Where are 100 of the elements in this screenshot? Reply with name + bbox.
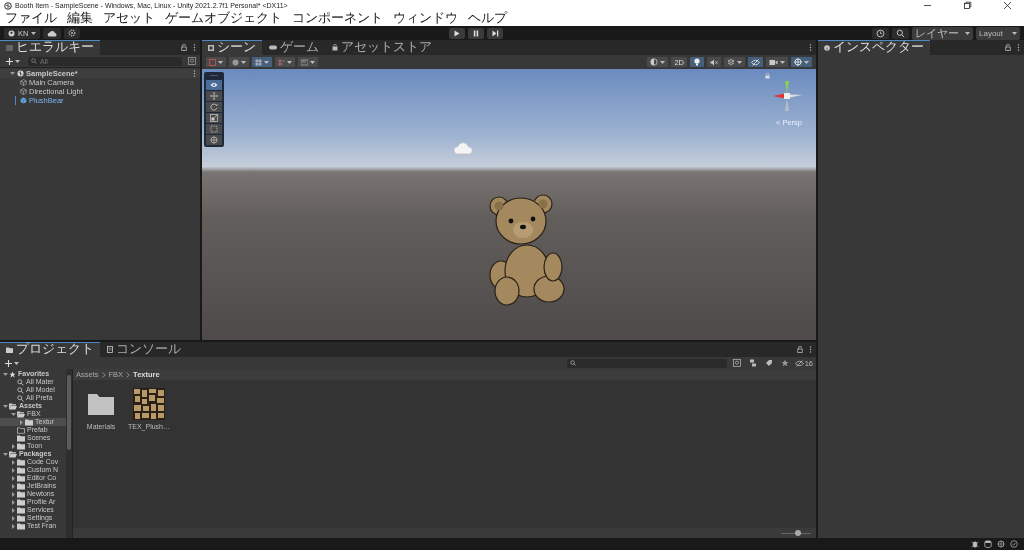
rotate-tool-button[interactable] bbox=[206, 102, 222, 112]
chevron-right-icon bbox=[101, 371, 106, 378]
expand-arrow-icon[interactable] bbox=[11, 499, 16, 505]
more-icon[interactable] bbox=[193, 44, 196, 51]
grid-snap-button[interactable] bbox=[252, 57, 272, 67]
project-panel-tab[interactable]: プロジェクト bbox=[0, 342, 100, 357]
shading-button[interactable] bbox=[647, 57, 669, 67]
draw-mode-button[interactable] bbox=[206, 57, 226, 67]
prefab-marker bbox=[15, 96, 16, 105]
texture-thumbnail[interactable] bbox=[133, 388, 165, 420]
lock-icon[interactable] bbox=[1005, 44, 1011, 51]
expand-arrow-icon[interactable] bbox=[3, 403, 8, 409]
restore-icon[interactable] bbox=[963, 1, 972, 10]
expand-arrow-icon[interactable] bbox=[11, 523, 16, 529]
cube-outline-icon bbox=[20, 79, 27, 86]
ruler-icon bbox=[301, 58, 308, 66]
more-icon[interactable] bbox=[1017, 44, 1020, 51]
pause-button[interactable] bbox=[468, 27, 485, 39]
menu-item[interactable]: ゲームオブジェクト bbox=[165, 11, 282, 26]
render-mode-button[interactable] bbox=[229, 57, 249, 67]
eye-slash-icon bbox=[751, 58, 760, 66]
hierarchy-tab[interactable]: ヒエラルキー bbox=[0, 40, 100, 55]
layout-dropdown[interactable]: Layout bbox=[976, 26, 1020, 40]
filter-type-icon[interactable] bbox=[748, 359, 757, 367]
menu-item[interactable]: コンポーネント bbox=[292, 11, 383, 26]
lock-icon[interactable] bbox=[765, 73, 770, 79]
visibility-toggle-button[interactable] bbox=[748, 57, 763, 67]
half-circle-icon bbox=[650, 58, 659, 66]
add-button[interactable] bbox=[3, 358, 21, 368]
expand-arrow-icon[interactable] bbox=[10, 71, 15, 76]
gear-icon bbox=[68, 29, 77, 37]
search-by-type-icon[interactable] bbox=[732, 359, 741, 367]
view-tool-button[interactable] bbox=[206, 80, 222, 90]
scene-view-tab[interactable]: シーン bbox=[202, 40, 262, 55]
close-icon[interactable] bbox=[1003, 1, 1012, 10]
effects-toggle-button[interactable] bbox=[724, 57, 745, 67]
history-button[interactable] bbox=[872, 27, 889, 39]
menu-item[interactable]: アセット bbox=[103, 11, 155, 26]
inspector-tab[interactable]: インスペクター bbox=[818, 40, 930, 55]
expand-arrow-icon[interactable] bbox=[11, 491, 16, 497]
expand-arrow-icon[interactable] bbox=[11, 467, 16, 473]
scrollbar[interactable] bbox=[66, 369, 72, 538]
expand-arrow-icon[interactable] bbox=[11, 459, 16, 465]
layers-dropdown[interactable]: レイヤー bbox=[912, 26, 973, 40]
more-icon[interactable] bbox=[809, 44, 812, 51]
expand-arrow-icon[interactable] bbox=[3, 451, 8, 457]
settings-button[interactable] bbox=[64, 27, 81, 39]
teddy-bear-drawing[interactable] bbox=[487, 193, 567, 307]
transform-tool-button[interactable] bbox=[206, 135, 222, 145]
square-icon bbox=[209, 58, 216, 66]
step-button[interactable] bbox=[487, 27, 504, 39]
check-circle-icon[interactable] bbox=[1010, 540, 1018, 548]
app-logo-icon bbox=[4, 1, 12, 10]
crosshair-globe-icon bbox=[794, 58, 802, 66]
star-icon[interactable] bbox=[780, 359, 789, 367]
snap-increment-button[interactable] bbox=[275, 57, 295, 67]
expand-arrow-icon[interactable] bbox=[11, 475, 16, 481]
camera-toggle-button[interactable] bbox=[766, 57, 788, 67]
star-icon bbox=[9, 370, 16, 378]
scale-icon bbox=[210, 114, 218, 122]
menu-item[interactable]: ファイル bbox=[5, 11, 57, 26]
move-tool-button[interactable] bbox=[206, 91, 222, 101]
network-icon[interactable] bbox=[997, 540, 1005, 548]
folder-icon bbox=[6, 346, 13, 353]
user-icon bbox=[8, 29, 15, 37]
more-icon[interactable] bbox=[809, 346, 812, 353]
sphere-icon bbox=[232, 58, 239, 66]
step-icon bbox=[491, 29, 499, 37]
expand-arrow-icon[interactable] bbox=[11, 483, 16, 489]
ruler-button[interactable] bbox=[298, 57, 318, 67]
expand-arrow-icon[interactable] bbox=[11, 411, 16, 417]
scale-tool-button[interactable] bbox=[206, 113, 222, 123]
scene-search-icon[interactable] bbox=[188, 57, 196, 65]
expand-arrow-icon[interactable] bbox=[19, 419, 24, 425]
label-tag-icon[interactable] bbox=[764, 359, 773, 367]
menu-item[interactable]: 編集 bbox=[67, 11, 93, 26]
lock-icon[interactable] bbox=[181, 44, 187, 51]
more-icon[interactable] bbox=[193, 70, 196, 77]
slider-thumb[interactable] bbox=[795, 530, 802, 536]
audio-toggle-button[interactable] bbox=[707, 57, 721, 67]
expand-arrow-icon[interactable] bbox=[3, 371, 8, 377]
search-button[interactable] bbox=[892, 27, 909, 39]
expand-arrow-icon[interactable] bbox=[11, 515, 16, 521]
search-field[interactable] bbox=[566, 358, 727, 368]
caret-icon bbox=[310, 60, 315, 64]
menu-item[interactable]: ウィンドウ bbox=[393, 11, 458, 26]
add-button[interactable] bbox=[4, 56, 22, 66]
database-icon[interactable] bbox=[984, 540, 992, 548]
transform-icon bbox=[210, 136, 218, 144]
caret-icon bbox=[264, 60, 269, 64]
gizmos-toggle-button[interactable] bbox=[791, 57, 812, 67]
cloud-button[interactable] bbox=[43, 27, 62, 39]
menu-item[interactable]: ヘルプ bbox=[468, 11, 507, 26]
expand-arrow-icon[interactable] bbox=[11, 507, 16, 513]
expand-arrow-icon[interactable] bbox=[11, 443, 16, 449]
lighting-toggle-button[interactable] bbox=[690, 57, 704, 67]
caret-icon bbox=[287, 60, 292, 64]
bug-icon[interactable] bbox=[971, 540, 979, 548]
play-button[interactable] bbox=[449, 27, 466, 39]
lock-icon[interactable] bbox=[797, 346, 803, 353]
